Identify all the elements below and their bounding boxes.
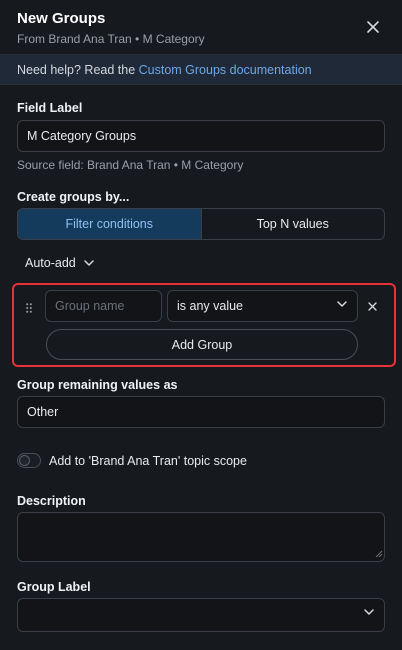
- remaining-values-heading: Group remaining values as: [17, 378, 178, 392]
- chevron-down-icon[interactable]: [364, 609, 374, 616]
- group-name-input[interactable]: [45, 290, 162, 322]
- drag-handle-icon: [26, 303, 32, 313]
- panel-title: New Groups: [17, 10, 106, 27]
- description-textarea[interactable]: [17, 512, 385, 562]
- group-label-select[interactable]: [17, 598, 385, 632]
- field-label-heading: Field Label: [17, 101, 83, 115]
- auto-add-toggle[interactable]: Auto-add: [25, 256, 94, 270]
- create-by-segmented-control: Filter conditions Top N values: [17, 208, 385, 240]
- topic-scope-toggle[interactable]: [17, 453, 41, 468]
- chevron-down-icon: [83, 259, 94, 266]
- drag-handle[interactable]: [26, 300, 32, 318]
- panel-header: New Groups From Brand Ana Tran • M Categ…: [0, 0, 402, 54]
- help-banner: Need help? Read the Custom Groups docume…: [0, 54, 402, 85]
- remaining-values-input[interactable]: [17, 396, 385, 428]
- panel-subtitle: From Brand Ana Tran • M Category: [17, 32, 205, 46]
- new-groups-panel: New Groups From Brand Ana Tran • M Categ…: [0, 0, 402, 650]
- auto-add-label: Auto-add: [25, 256, 76, 270]
- condition-value: is any value: [177, 299, 244, 313]
- field-label-input[interactable]: [17, 120, 385, 152]
- close-icon: [368, 302, 377, 311]
- remove-group-button[interactable]: [368, 298, 377, 316]
- source-field-hint: Source field: Brand Ana Tran • M Categor…: [17, 158, 244, 172]
- chevron-down-icon: [337, 301, 347, 307]
- group-label-heading: Group Label: [17, 580, 91, 594]
- create-groups-by-heading: Create groups by...: [17, 190, 130, 204]
- help-text: Need help? Read the: [17, 63, 139, 77]
- add-group-button[interactable]: Add Group: [46, 329, 358, 360]
- documentation-link[interactable]: Custom Groups documentation: [139, 63, 312, 77]
- condition-select[interactable]: is any value: [167, 290, 358, 322]
- description-heading: Description: [17, 494, 86, 508]
- group-definition-box: is any value Add Group: [12, 283, 396, 367]
- top-n-values-tab[interactable]: Top N values: [202, 209, 385, 239]
- filter-conditions-tab[interactable]: Filter conditions: [18, 209, 202, 239]
- resize-grip-icon: [375, 550, 383, 558]
- close-icon: [367, 21, 379, 33]
- close-button[interactable]: [362, 16, 384, 38]
- toggle-knob: [19, 455, 30, 466]
- topic-scope-label: Add to 'Brand Ana Tran' topic scope: [49, 454, 247, 468]
